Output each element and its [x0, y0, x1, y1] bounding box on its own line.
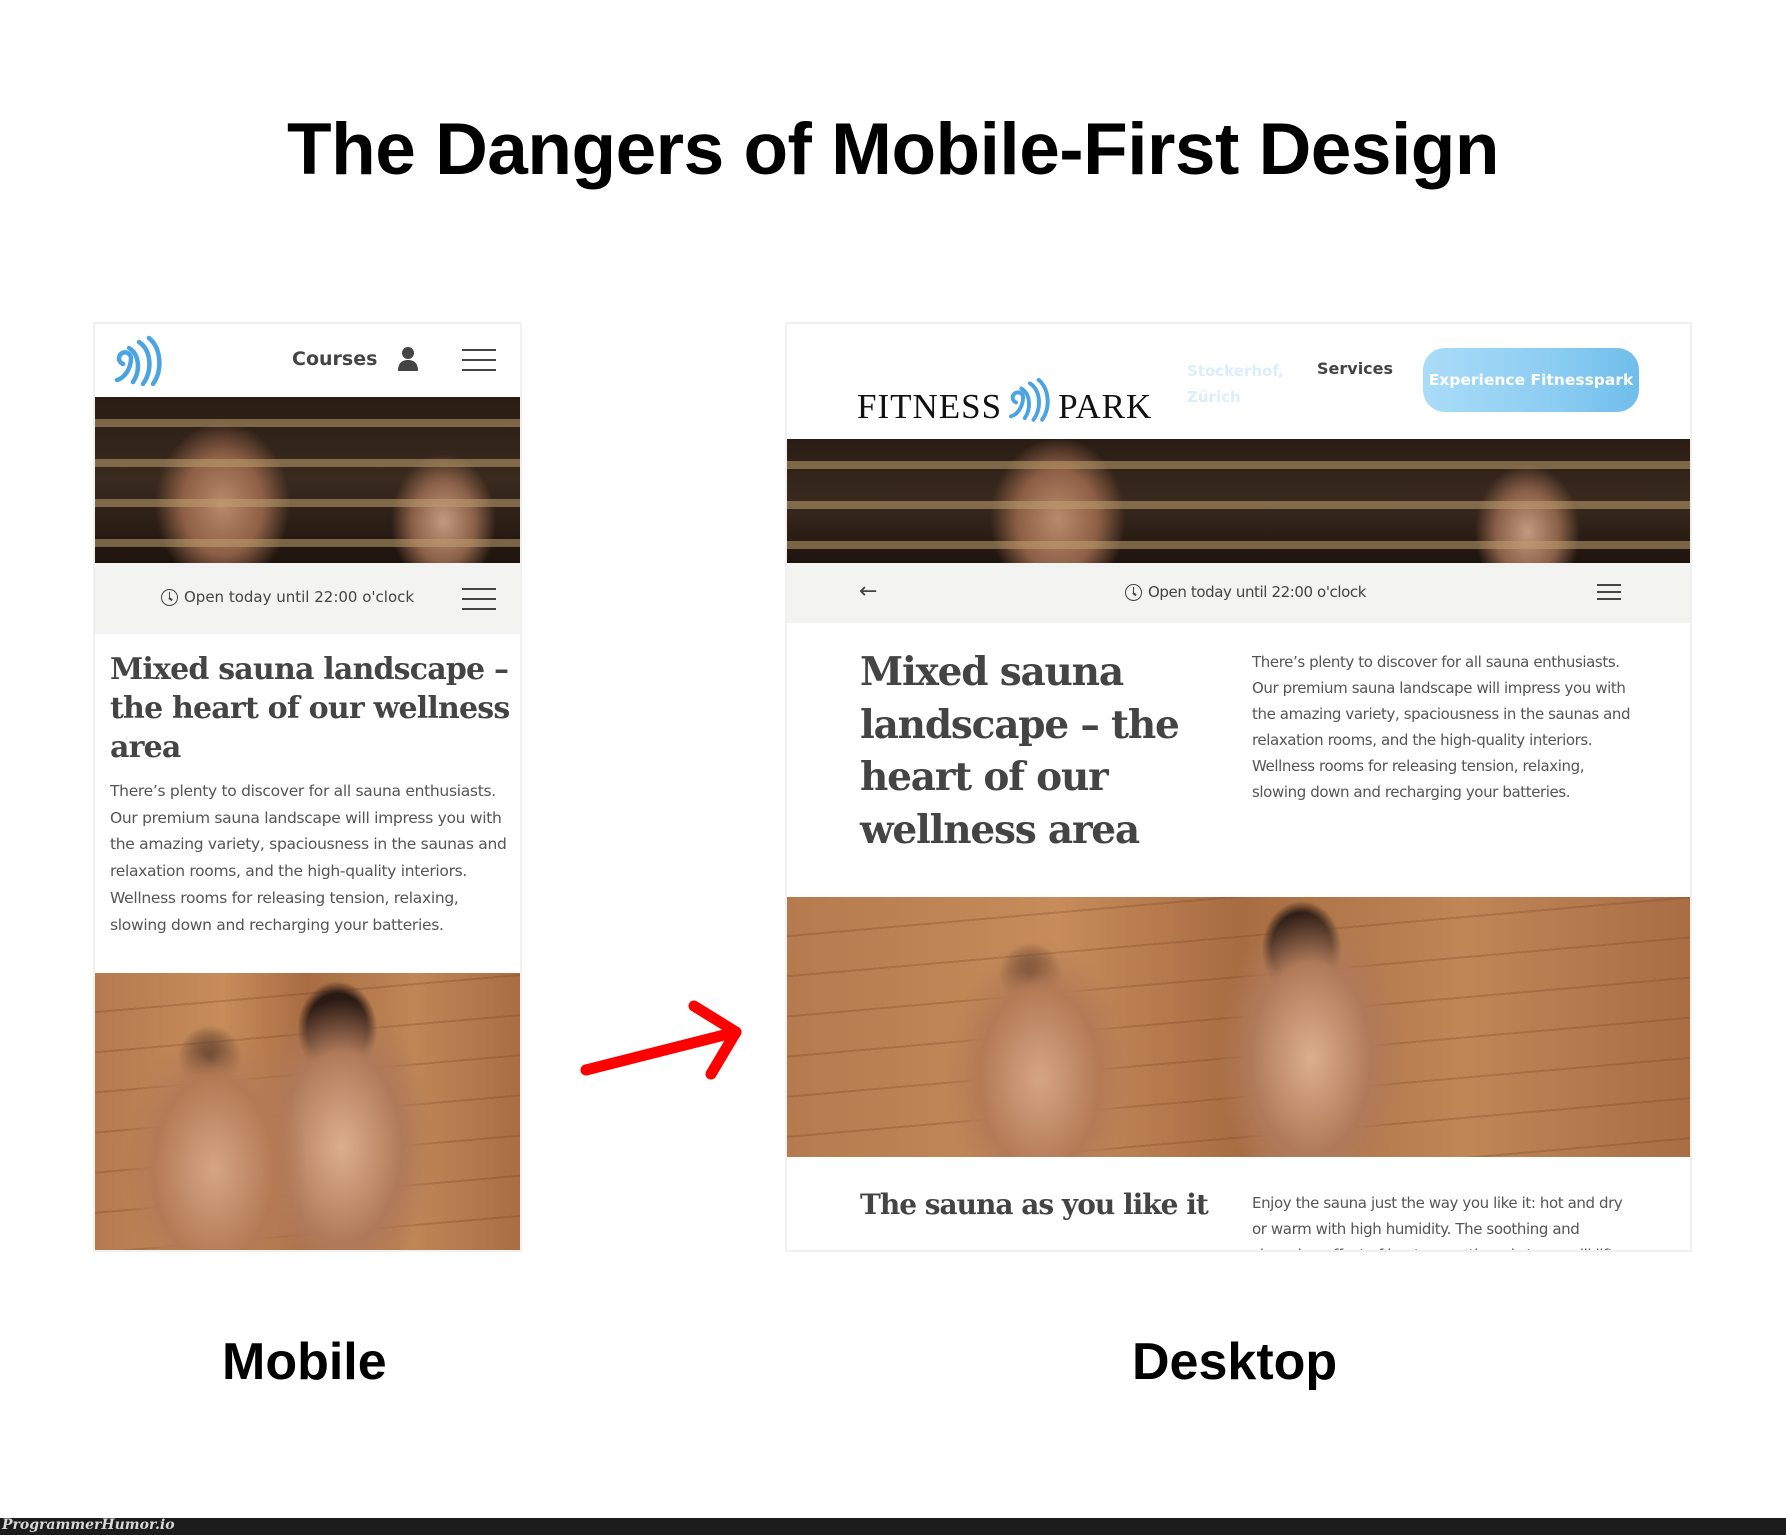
opening-hours-bar: ← Open today until 22:00 o'clock [787, 563, 1690, 623]
mobile-header: Courses [95, 324, 520, 397]
user-icon[interactable] [397, 346, 419, 372]
location-line-1: Stockerhof, [1187, 362, 1284, 380]
location-line-2: Zürich [1187, 388, 1241, 406]
section-heading: The sauna as you like it [860, 1188, 1209, 1221]
sauna-couple-photo [95, 973, 520, 1250]
clock-icon [161, 588, 178, 606]
wave-logo-icon[interactable] [109, 334, 169, 386]
back-arrow-icon[interactable]: ← [859, 579, 877, 604]
opening-hours-text: Open today until 22:00 o'clock [1148, 583, 1367, 601]
hamburger-menu-icon[interactable] [462, 349, 496, 371]
opening-hours-text: Open today until 22:00 o'clock [184, 588, 415, 606]
intro-paragraph: There’s plenty to discover for all sauna… [110, 782, 507, 934]
sauna-couple-photo [787, 897, 1690, 1157]
fitnesspark-logo[interactable]: FITNESS PARK [857, 364, 1152, 424]
intro-paragraph: There’s plenty to discover for all sauna… [1252, 653, 1631, 801]
submenu-hamburger-icon[interactable] [1597, 584, 1621, 600]
sauna-hero-photo [787, 439, 1690, 563]
experience-fitnesspark-button[interactable]: Experience Fitnesspark [1423, 348, 1639, 412]
page-heading: Mixed sauna landscape – the heart of our… [860, 649, 1180, 853]
logo-text-left: FITNESS [857, 387, 1003, 426]
caption-desktop: Desktop [1132, 1333, 1338, 1391]
watermark-text: ProgrammerHumor.io [2, 1517, 175, 1533]
opening-hours: Open today until 22:00 o'clock [161, 588, 414, 606]
mobile-screenshot: Courses Open today until 22:00 o'clock M… [93, 322, 522, 1252]
caption-mobile: Mobile [222, 1333, 387, 1391]
sauna-hero-photo [95, 397, 520, 563]
desktop-screenshot: FITNESS PARK Stockerhof, Zürich Services… [785, 322, 1692, 1252]
page-heading: Mixed sauna landscape – the heart of our… [110, 652, 510, 765]
nav-courses-link[interactable]: Courses [292, 348, 377, 370]
red-arrow-icon [580, 1000, 742, 1080]
submenu-hamburger-icon[interactable] [462, 588, 496, 610]
logo-text-right: PARK [1058, 387, 1153, 426]
wave-logo-icon [1009, 377, 1050, 422]
opening-hours: Open today until 22:00 o'clock [1125, 583, 1366, 601]
desktop-header: FITNESS PARK Stockerhof, Zürich Services… [787, 324, 1690, 439]
nav-services-link[interactable]: Services [1317, 359, 1393, 378]
meme-title: The Dangers of Mobile-First Design [287, 109, 1499, 190]
clock-icon [1125, 583, 1142, 601]
section-paragraph: Enjoy the sauna just the way you like it… [1252, 1194, 1623, 1250]
opening-hours-bar: Open today until 22:00 o'clock [95, 563, 520, 634]
watermark-bar: ProgrammerHumor.io [0, 1517, 1786, 1535]
location-link[interactable]: Stockerhof, Zürich [1187, 358, 1284, 410]
